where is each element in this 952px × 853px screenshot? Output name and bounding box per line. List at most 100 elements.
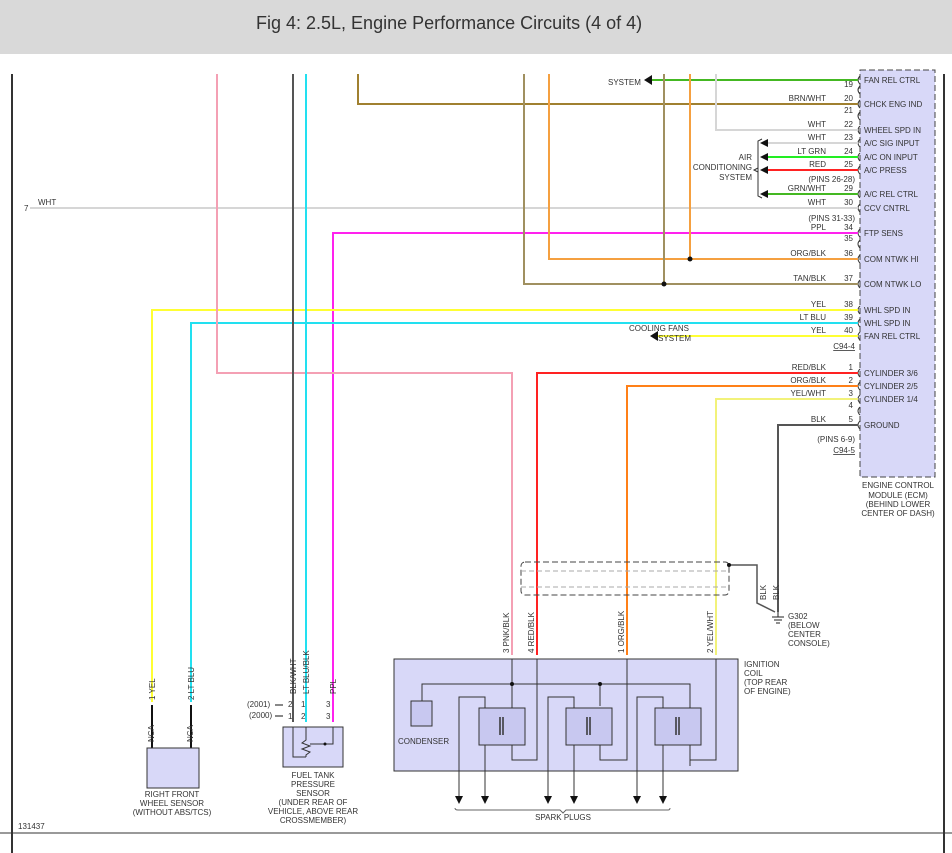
ecm-pin-number: 1 (849, 363, 854, 372)
coil-label: OF ENGINE) (744, 687, 791, 696)
coil-label: (TOP REAR (744, 678, 787, 687)
ground-icon (772, 612, 784, 624)
ecm-pin-note: (PINS 26-28) (808, 175, 855, 184)
wire-wht-22[interactable] (715, 74, 858, 131)
wire-color-label: RED (809, 160, 826, 169)
wheel-sensor[interactable]: 1 YEL 2 LT BLU NCA NCA RIGHT FRONT WHEEL… (133, 667, 212, 817)
ecm-pin-function: CYLINDER 1/4 (864, 395, 918, 404)
ecm-pin-number: 39 (844, 313, 853, 322)
wheel-sensor-box[interactable] (146, 747, 200, 789)
ecm-pin-number: 19 (844, 80, 853, 89)
ecm-pin-function: COM NTWK HI (864, 255, 919, 264)
page-title: Fig 4: 2.5L, Engine Performance Circuits… (256, 13, 643, 33)
fuel-tank-pressure-sensor[interactable]: BLK/WHT LT BLU/BLK PPL 2 1 3 1 2 3 (2001… (247, 650, 358, 825)
ecm-pin-function: CHCK ENG IND (864, 100, 922, 109)
wire-lt-blu-39[interactable] (190, 322, 858, 702)
wire-color-label: WHT (808, 133, 826, 142)
ecm-pin-number: 38 (844, 300, 853, 309)
ecm-pin-note: C94-4 (833, 342, 855, 351)
wire-pnk-blk[interactable] (216, 74, 513, 655)
ecm-pin-number: 29 (844, 184, 853, 193)
wire-color-label: YEL/WHT (790, 389, 826, 398)
wire-color-label: PPL (329, 678, 338, 694)
pin-number: 2 (301, 712, 306, 721)
wire-color-label: WHT (808, 198, 826, 207)
year-label: (2000) (249, 711, 272, 720)
ecm-pin-number: 40 (844, 326, 853, 335)
ecm-pin-function: CYLINDER 2/5 (864, 382, 918, 391)
ecm-pin-function: A/C ON INPUT (864, 153, 918, 162)
pin-label: 1 ORG/BLK (617, 610, 626, 653)
wire-color-label: YEL (811, 326, 827, 335)
ac-label-line: SYSTEM (719, 173, 752, 182)
cooling-label-line: SYSTEM (658, 334, 691, 343)
ecm-pin-number: 22 (844, 120, 853, 129)
fuel-sensor-label: CROSSMEMBER) (280, 816, 347, 825)
ecm-pin-function: CCV CNTRL (864, 204, 910, 213)
pin-label: 2 YEL/WHT (706, 611, 715, 653)
splice-dot (687, 256, 693, 262)
pin-number: 3 (326, 712, 331, 721)
system-label: SYSTEM (608, 78, 641, 87)
pin-label: 1 YEL (148, 678, 157, 700)
arrow-icon (760, 139, 768, 147)
ecm-pin-function: WHEEL SPD IN (864, 126, 921, 135)
wire-color-label: PPL (811, 223, 827, 232)
wire-color-label: ORG/BLK (790, 376, 826, 385)
ecm-pin-number: 5 (849, 415, 854, 424)
wire-color-label: LT BLU/BLK (302, 650, 311, 694)
condenser-icon (410, 700, 433, 727)
ecm-pin-number: 25 (844, 160, 853, 169)
nca-label: NCA (186, 724, 195, 742)
wire-color-label: GRN/WHT (788, 184, 826, 193)
ecm-pin-number: 4 (849, 401, 854, 410)
wire-red-blk-1[interactable] (536, 372, 858, 655)
ground-label: CENTER (788, 630, 821, 639)
ecm-pin-function: FTP SENS (864, 229, 903, 238)
ecm-pin-number: 3 (849, 389, 854, 398)
ecm-label-line: CENTER OF DASH) (861, 509, 935, 518)
wire-org-blk-2[interactable] (626, 385, 858, 655)
wire-color-label: WHT (38, 198, 56, 207)
pin-label: 2 LT BLU (187, 667, 196, 700)
ac-system-label: AIR CONDITIONING SYSTEM (693, 153, 752, 182)
ecm-pin-number: 30 (844, 198, 853, 207)
ecm-pin-note: (PINS 6-9) (817, 435, 855, 444)
arrow-icon (644, 75, 652, 85)
ecm-pin-note: C94-5 (833, 446, 855, 455)
ground-label: CONSOLE) (788, 639, 830, 648)
arrow-icon (275, 704, 283, 717)
wire-color-label: BLK/WHT (289, 658, 298, 694)
ecm-pin-function: CYLINDER 3/6 (864, 369, 918, 378)
splice-dot (727, 563, 731, 567)
ecm-pin-number: 20 (844, 94, 853, 103)
ecm-pin-number: 21 (844, 106, 853, 115)
fuel-sensor-label: PRESSURE (291, 780, 335, 789)
fuel-sensor-label: (UNDER REAR OF (279, 798, 348, 807)
wire-color-label: BRN/WHT (789, 94, 826, 103)
wire-ppl-34[interactable] (332, 232, 858, 722)
wire-color-label: RED/BLK (792, 363, 827, 372)
wire-color-label: YEL (811, 300, 827, 309)
coil-label: COIL (744, 669, 763, 678)
ecm-pin-number: 24 (844, 147, 853, 156)
ecm-pin-number: 34 (844, 223, 853, 232)
fuel-sensor-label: FUEL TANK (292, 771, 336, 780)
cooling-label-line: COOLING FANS (629, 324, 689, 333)
coil-label: IGNITION (744, 660, 780, 669)
ignition-coil[interactable]: CONDENSER SPARK PLUGS 3 PNK/BLK 4 RED/BL… (393, 610, 791, 822)
ecm-pin-function: GROUND (864, 421, 900, 430)
ecm-pin-function: A/C SIG INPUT (864, 139, 920, 148)
fuel-sensor-box[interactable] (282, 726, 344, 768)
fuel-sensor-label: VEHICLE, ABOVE REAR (268, 807, 358, 816)
ecm-pin-number: 37 (844, 274, 853, 283)
year-label: (2001) (247, 700, 270, 709)
ac-label-line: AIR (739, 153, 753, 162)
coil-pack-icon (478, 707, 526, 746)
ecm-pin-function: A/C REL CTRL (864, 190, 918, 199)
wheel-sensor-label: (WITHOUT ABS/TCS) (133, 808, 212, 817)
wheel-sensor-label: WHEEL SENSOR (140, 799, 204, 808)
wire-shield-drain[interactable] (729, 564, 776, 613)
nca-label: NCA (147, 724, 156, 742)
pin-number: 1 (288, 712, 293, 721)
